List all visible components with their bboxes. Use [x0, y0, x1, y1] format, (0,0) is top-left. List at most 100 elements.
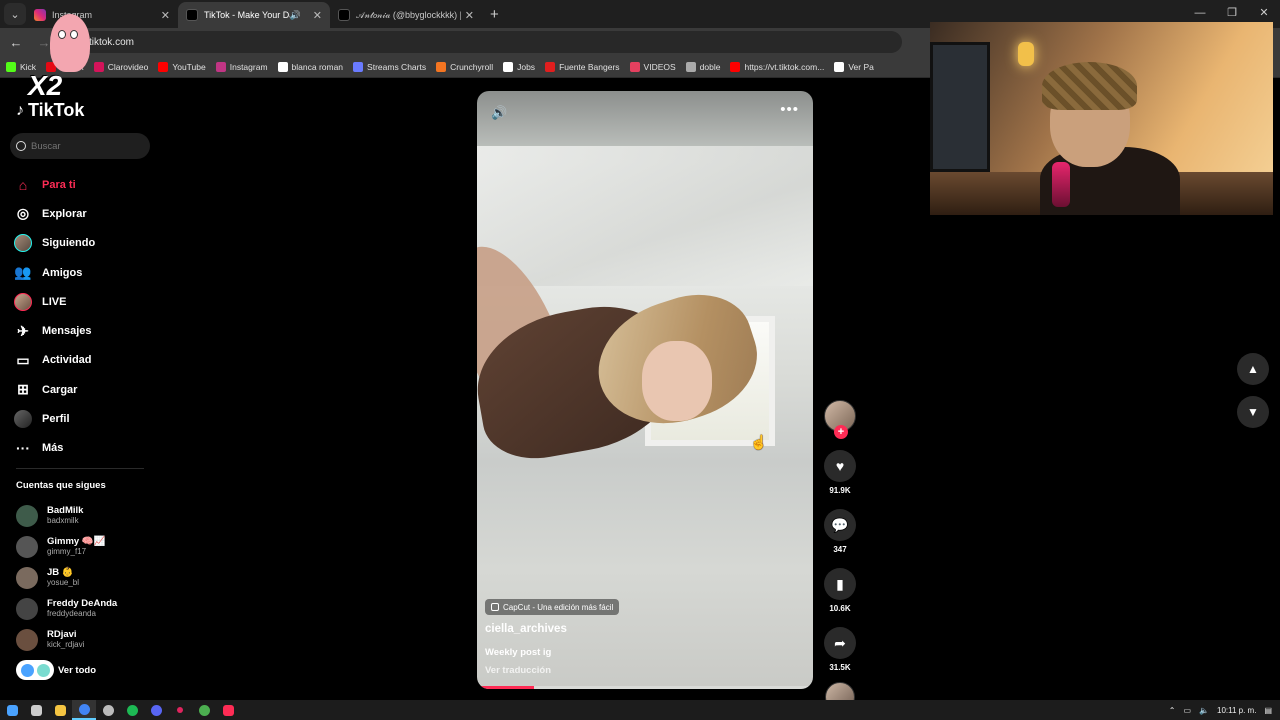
save-count: 10.6K [829, 604, 851, 613]
notification-icon[interactable]: ▤ [1264, 706, 1272, 715]
tiktok-sidebar: ♪ TikTok ⌂ Para ti ◎ Explorar Siguiendo … [0, 80, 160, 700]
taskbar-app[interactable] [24, 700, 48, 720]
bookmark-item[interactable]: YouTube [158, 61, 206, 72]
menu-item-perfil[interactable]: Perfil [14, 404, 95, 433]
back-icon[interactable]: ← [4, 35, 28, 50]
like-action[interactable]: ♥ 91.9K [822, 450, 858, 495]
menu-item-mensajes[interactable]: ✈ Mensajes [14, 316, 95, 345]
account-handle: badxmilk [47, 516, 79, 525]
network-icon[interactable]: ▭ [1183, 706, 1191, 715]
circle-icon [102, 704, 114, 716]
bookmark-icon[interactable]: ▮ [824, 568, 856, 600]
video-description: Weekly post ig [485, 647, 552, 658]
new-tab-button[interactable]: + [490, 6, 499, 23]
taskbar-app[interactable] [48, 700, 72, 720]
clock[interactable]: 10:11 p. m. [1217, 706, 1256, 715]
video-author[interactable]: ciella_archives [485, 623, 567, 635]
search-icon [16, 141, 26, 151]
next-video-button[interactable]: ▼ [1237, 396, 1269, 428]
creator-avatar[interactable]: + [824, 400, 856, 439]
taskbar-app[interactable] [120, 700, 144, 720]
tiktok-logo[interactable]: ♪ TikTok [16, 100, 84, 121]
taskbar-app[interactable] [192, 700, 216, 720]
menu-item-explorar[interactable]: ◎ Explorar [14, 199, 95, 228]
tab-instagram[interactable]: Instagram ✕ [26, 2, 178, 28]
messages-icon: ✈ [17, 322, 29, 339]
tab-tiktok[interactable]: TikTok - Make Your Day 🔊 ✕ [178, 2, 330, 28]
capcut-badge[interactable]: CapCut - Una edición más fácil [485, 599, 620, 615]
bookmark-item[interactable]: doble [685, 61, 721, 72]
save-action[interactable]: ▮ 10.6K [822, 568, 858, 613]
bookmark-item[interactable]: blanca roman [277, 61, 344, 72]
url-text: tiktok.com [88, 36, 134, 48]
bookmark-item[interactable]: https://vt.tiktok.com... [730, 61, 824, 72]
bookmark-item[interactable]: Ver Pa [834, 61, 874, 72]
comment-icon[interactable]: 💬 [824, 509, 856, 541]
taskbar-app[interactable] [168, 700, 192, 720]
tab-profile[interactable]: 𝒜𝓃𝓉𝑜𝓃𝒾𝒶 (@bbyglockkkk) | ✕ [330, 2, 482, 28]
url-field[interactable]: ⚙ tiktok.com [62, 31, 902, 53]
bookmark-label: doble [699, 61, 721, 72]
bookmark-item[interactable]: Instagram [215, 61, 268, 72]
menu-label: Actividad [42, 354, 92, 367]
previous-video-button[interactable]: ▲ [1237, 353, 1269, 385]
bookmark-icon [503, 61, 514, 72]
search-input[interactable] [31, 140, 141, 152]
menu-item-live[interactable]: LIVE [14, 287, 95, 316]
logo-text: TikTok [28, 100, 85, 120]
video-progress-bar[interactable] [477, 686, 813, 689]
account-text: JB 👶 yosue_bl [47, 567, 79, 588]
following-account[interactable]: JB 👶 yosue_bl [16, 562, 117, 593]
close-icon[interactable]: ✕ [313, 9, 322, 22]
menu-item-cargar[interactable]: ⊞ Cargar [14, 375, 95, 404]
bookmark-label: blanca roman [291, 61, 344, 72]
menu-item-siguiendo[interactable]: Siguiendo [14, 229, 95, 258]
share-icon[interactable]: ➦ [824, 627, 856, 659]
video-player[interactable]: 🔊 ••• CapCut - Una edición más fácil cie… [477, 91, 813, 689]
menu-item-actividad[interactable]: ▭ Actividad [14, 346, 95, 375]
menu-item-mas[interactable]: ··· Más [14, 434, 95, 463]
close-icon[interactable]: ✕ [161, 9, 170, 22]
translate-link[interactable]: Ver traducción [485, 665, 551, 676]
bookmark-item[interactable]: Crunchyroll [436, 61, 493, 72]
tab-search-button[interactable]: ⌄ [4, 3, 26, 25]
bookmark-item[interactable]: VIDEOS [629, 61, 676, 72]
see-all-link[interactable]: Ver todo [16, 660, 96, 680]
taskbar-app[interactable] [144, 700, 168, 720]
avatar [16, 628, 38, 651]
taskbar-app[interactable] [216, 700, 240, 720]
following-account[interactable]: BadMilk badxmilk [16, 500, 117, 531]
account-text: RDjavi kick_rdjavi [47, 629, 84, 650]
taskbar-app[interactable] [0, 700, 24, 720]
account-text: Freddy DeAnda freddydeanda [47, 598, 117, 619]
chevron-up-icon[interactable]: ⌃ [1169, 706, 1176, 715]
bookmark-item[interactable]: Jobs [503, 61, 535, 72]
volume-icon[interactable]: 🔊 [491, 105, 507, 121]
following-account[interactable]: RDjavi kick_rdjavi [16, 624, 117, 655]
account-handle: gimmy_f17 [47, 547, 87, 556]
activity-icon: ▭ [16, 351, 30, 368]
following-account[interactable]: Freddy DeAnda freddydeanda [16, 593, 117, 624]
taskbar-app[interactable] [72, 700, 96, 720]
speaker-icon[interactable]: 🔈 [1199, 706, 1209, 715]
comment-action[interactable]: 💬 347 [822, 509, 858, 554]
share-action[interactable]: ➦ 31.5K [822, 627, 858, 672]
menu-item-amigos[interactable]: 👥 Amigos [14, 258, 95, 287]
multiplier-overlay: X2 [28, 70, 63, 101]
menu-item-para-ti[interactable]: ⌂ Para ti [14, 170, 95, 199]
upload-icon: ⊞ [17, 381, 29, 398]
bookmark-item[interactable]: Streams Charts [353, 61, 426, 72]
bookmark-item[interactable]: Fuente Bangers [545, 61, 620, 72]
close-icon[interactable]: ✕ [465, 9, 474, 22]
bookmark-label: Fuente Bangers [559, 61, 620, 72]
heart-icon[interactable]: ♥ [824, 450, 856, 482]
taskbar-app[interactable] [96, 700, 120, 720]
follow-plus-icon[interactable]: + [834, 425, 848, 439]
bookmark-item[interactable]: Clarovideo [93, 61, 148, 72]
webcam-overlay [930, 22, 1273, 215]
profile-avatar-icon [14, 410, 32, 429]
search-box[interactable] [10, 133, 150, 159]
following-account[interactable]: Gimmy 🧠📈 gimmy_f17 [16, 531, 117, 562]
more-options-icon[interactable]: ••• [780, 101, 799, 118]
speaker-icon[interactable]: 🔊 [290, 10, 301, 21]
